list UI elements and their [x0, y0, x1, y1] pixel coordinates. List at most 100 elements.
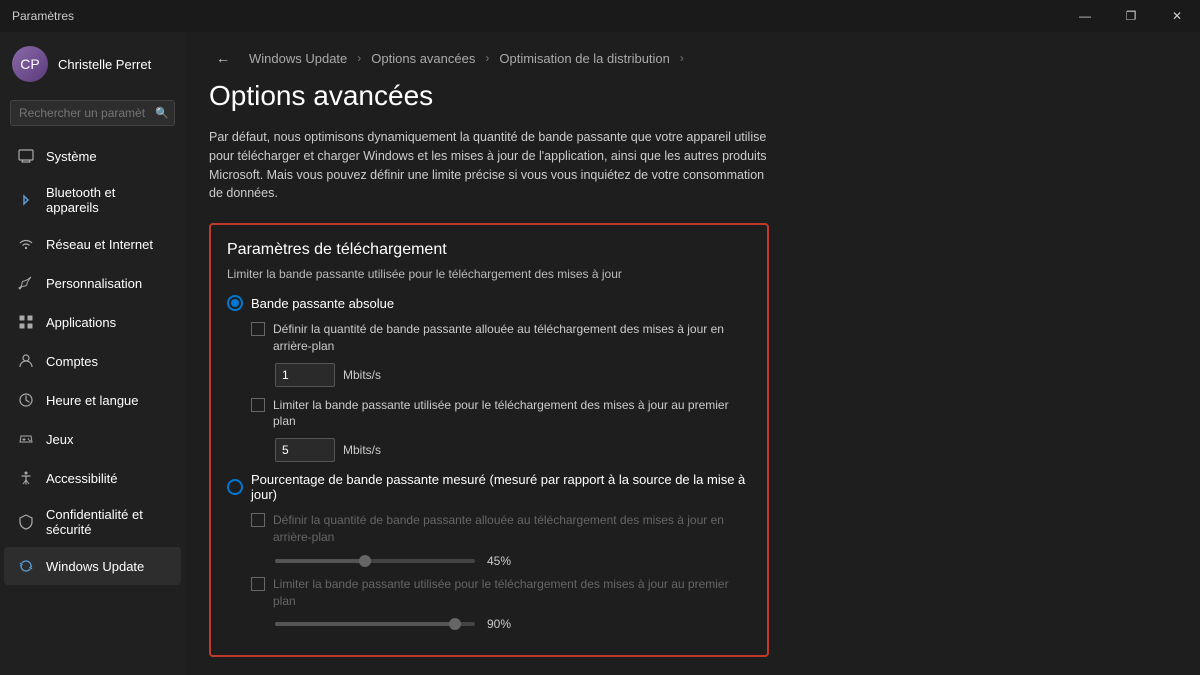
title-bar: Paramètres — ❐ ✕ [0, 0, 1200, 32]
sidebar-item-accessibilite[interactable]: Accessibilité [4, 459, 181, 497]
checkbox-background-label: Définir la quantité de bande passante al… [273, 321, 751, 355]
brush-icon [16, 273, 36, 293]
sidebar-item-perso[interactable]: Personnalisation [4, 264, 181, 302]
sidebar-label-jeux: Jeux [46, 432, 73, 447]
slider-bg-value: 45% [487, 554, 511, 568]
sidebar-item-applications[interactable]: Applications [4, 303, 181, 341]
search-container: 🔍 [10, 100, 175, 126]
restore-button[interactable]: ❐ [1108, 0, 1154, 32]
input-foreground[interactable] [275, 438, 335, 462]
input-background[interactable] [275, 363, 335, 387]
app-container: CP Christelle Perret 🔍 Système [0, 32, 1200, 675]
radio-percentage-circle [227, 479, 243, 495]
radio-percentage-label: Pourcentage de bande passante mesuré (me… [251, 472, 751, 502]
sidebar-item-reseau[interactable]: Réseau et Internet [4, 225, 181, 263]
checkbox-background[interactable]: Définir la quantité de bande passante al… [251, 321, 751, 355]
input-background-unit: Mbits/s [343, 368, 381, 382]
checkbox-group-percentage: Définir la quantité de bande passante al… [251, 512, 751, 631]
breadcrumb-sep-2: › [680, 51, 684, 65]
sidebar-label-heure: Heure et langue [46, 393, 139, 408]
computer-icon [16, 146, 36, 166]
checkbox-bg-percent[interactable]: Définir la quantité de bande passante al… [251, 512, 751, 546]
sidebar-label-accessibilite: Accessibilité [46, 471, 118, 486]
user-name: Christelle Perret [58, 57, 151, 72]
slider-bg-thumb [359, 555, 371, 567]
checkbox-fg-percent[interactable]: Limiter la bande passante utilisée pour … [251, 576, 751, 610]
content-area: ← Windows Update › Options avancées › Op… [185, 32, 1200, 675]
accessibility-icon [16, 468, 36, 488]
radio-absolute[interactable]: Bande passante absolue [227, 295, 751, 311]
input-foreground-unit: Mbits/s [343, 443, 381, 457]
checkbox-group-absolute: Définir la quantité de bande passante al… [251, 321, 751, 462]
title-bar-left: Paramètres [12, 9, 74, 23]
sidebar-item-comptes[interactable]: Comptes [4, 342, 181, 380]
download-settings-title: Paramètres de téléchargement [227, 241, 751, 259]
breadcrumb-row: ← Windows Update › Options avancées › Op… [185, 32, 1200, 76]
avatar: CP [12, 46, 48, 82]
sidebar-label-reseau: Réseau et Internet [46, 237, 153, 252]
sidebar-label-comptes: Comptes [46, 354, 98, 369]
slider-bg-fill [275, 559, 365, 563]
title-bar-controls: — ❐ ✕ [1062, 0, 1200, 32]
checkbox-bg-percent-label: Définir la quantité de bande passante al… [273, 512, 751, 546]
sidebar: CP Christelle Perret 🔍 Système [0, 32, 185, 675]
person-icon [16, 351, 36, 371]
description: Par défaut, nous optimisons dynamiquemen… [185, 128, 805, 223]
checkbox-background-box [251, 322, 265, 336]
title-bar-title: Paramètres [12, 9, 74, 23]
sidebar-label-bluetooth: Bluetooth et appareils [46, 185, 169, 215]
slider-bg-track[interactable] [275, 559, 475, 563]
sidebar-item-bluetooth[interactable]: Bluetooth et appareils [4, 176, 181, 224]
slider-fg-row: 90% [275, 617, 751, 631]
gamepad-icon [16, 429, 36, 449]
shield-icon [16, 512, 36, 532]
content-body: Paramètres de téléchargement Limiter la … [185, 223, 1200, 675]
bluetooth-icon [16, 190, 36, 210]
sidebar-label-systeme: Système [46, 149, 97, 164]
clock-icon [16, 390, 36, 410]
slider-fg-thumb [449, 618, 461, 630]
wifi-icon [16, 234, 36, 254]
slider-fg-track[interactable] [275, 622, 475, 626]
back-button[interactable]: ← [209, 44, 237, 72]
sidebar-label-perso: Personnalisation [46, 276, 142, 291]
minimize-button[interactable]: — [1062, 0, 1108, 32]
checkbox-foreground-box [251, 398, 265, 412]
breadcrumb-sep-1: › [485, 51, 489, 65]
search-input[interactable] [10, 100, 175, 126]
checkbox-fg-percent-label: Limiter la bande passante utilisée pour … [273, 576, 751, 610]
download-settings-box: Paramètres de téléchargement Limiter la … [209, 223, 769, 657]
breadcrumb-sep-0: › [357, 51, 361, 65]
checkbox-foreground-label: Limiter la bande passante utilisée pour … [273, 397, 751, 431]
update-icon [16, 556, 36, 576]
sidebar-label-confidentialite: Confidentialité et sécurité [46, 507, 169, 537]
radio-percentage[interactable]: Pourcentage de bande passante mesuré (me… [227, 472, 751, 502]
breadcrumb-item-1[interactable]: Options avancées [371, 51, 475, 66]
sidebar-item-systeme[interactable]: Système [4, 137, 181, 175]
sidebar-item-jeux[interactable]: Jeux [4, 420, 181, 458]
input-background-row: Mbits/s [275, 363, 751, 387]
input-foreground-row: Mbits/s [275, 438, 751, 462]
sidebar-item-heure[interactable]: Heure et langue [4, 381, 181, 419]
apps-icon [16, 312, 36, 332]
checkbox-bg-percent-box [251, 513, 265, 527]
breadcrumb-item-0[interactable]: Windows Update [249, 51, 347, 66]
page-title: Options avancées [185, 76, 1200, 128]
download-settings-subtitle: Limiter la bande passante utilisée pour … [227, 267, 751, 281]
sidebar-item-confidentialite[interactable]: Confidentialité et sécurité [4, 498, 181, 546]
radio-absolute-label: Bande passante absolue [251, 296, 394, 311]
user-profile: CP Christelle Perret [0, 32, 185, 96]
checkbox-fg-percent-box [251, 577, 265, 591]
sidebar-label-applications: Applications [46, 315, 116, 330]
slider-fg-value: 90% [487, 617, 511, 631]
sidebar-item-windowsupdate[interactable]: Windows Update [4, 547, 181, 585]
close-button[interactable]: ✕ [1154, 0, 1200, 32]
breadcrumb-item-2[interactable]: Optimisation de la distribution [499, 51, 670, 66]
search-icon: 🔍 [155, 107, 169, 120]
sidebar-nav: Système Bluetooth et appareils [0, 136, 185, 675]
sidebar-label-windowsupdate: Windows Update [46, 559, 144, 574]
slider-fg-fill [275, 622, 455, 626]
slider-bg-row: 45% [275, 554, 751, 568]
checkbox-foreground[interactable]: Limiter la bande passante utilisée pour … [251, 397, 751, 431]
radio-absolute-circle [227, 295, 243, 311]
